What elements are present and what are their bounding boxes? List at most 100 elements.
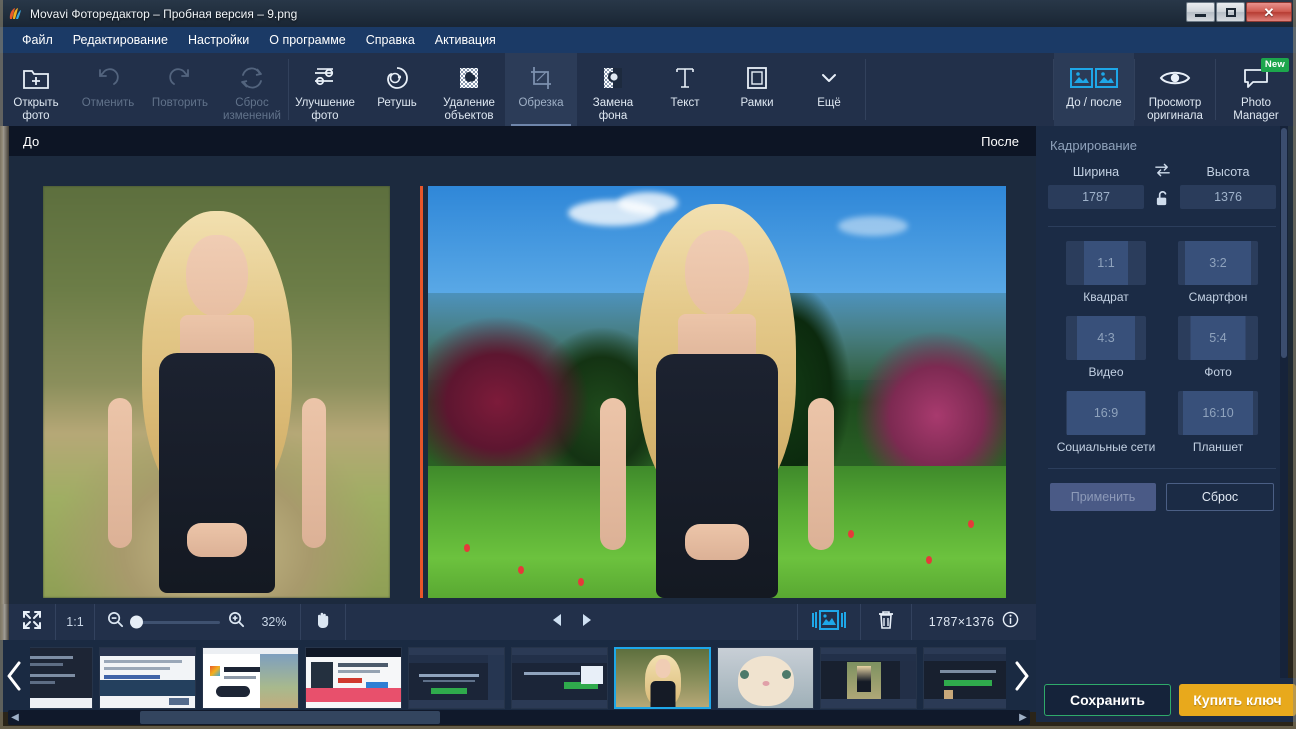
minimize-button[interactable] — [1186, 2, 1215, 22]
ratio-box[interactable]: 1:1 — [1066, 241, 1146, 285]
horizontal-scrollbar[interactable]: ◀ ▶ — [8, 710, 1030, 725]
before-after-icon — [1070, 61, 1118, 95]
thumb-installer-dialog — [100, 648, 195, 708]
before-after-button[interactable]: До / после — [1054, 53, 1134, 126]
enhance-photo-button[interactable]: Улучшение фото — [289, 53, 361, 126]
undo-icon — [94, 61, 122, 95]
filmstrip-track[interactable] — [30, 640, 1006, 712]
swap-icon[interactable] — [1154, 163, 1171, 182]
more-button[interactable]: Ещё — [793, 53, 865, 126]
before-image[interactable] — [43, 186, 390, 598]
before-after-divider[interactable] — [420, 186, 423, 598]
photo-manager-button[interactable]: New Photo Manager — [1216, 53, 1296, 126]
list-item[interactable] — [408, 647, 505, 709]
text-button[interactable]: Текст — [649, 53, 721, 126]
title-bar: Movavi Фоторедактор – Пробная версия – 9… — [0, 0, 1296, 27]
redo-icon — [166, 61, 194, 95]
zoom-in-icon[interactable] — [228, 611, 245, 633]
list-item[interactable] — [99, 647, 196, 709]
reset-changes-button[interactable]: Сброс изменений — [216, 53, 288, 126]
delete-button[interactable] — [861, 604, 911, 640]
object-removal-button[interactable]: Удаление объектов — [433, 53, 505, 126]
reset-button[interactable]: Сброс — [1166, 483, 1274, 511]
before-after-header: До После — [9, 126, 1036, 156]
list-item[interactable] — [305, 647, 402, 709]
menu-item-activation[interactable]: Активация — [425, 30, 506, 50]
thumb-app-dark-2 — [512, 648, 607, 708]
lock-open-icon[interactable] — [1155, 190, 1170, 212]
panel-scrollbar-thumb[interactable] — [1281, 128, 1287, 358]
info-icon[interactable] — [1002, 611, 1019, 633]
undo-button[interactable]: Отменить — [72, 53, 144, 126]
after-image[interactable] — [428, 186, 1006, 598]
list-item[interactable] — [30, 647, 93, 709]
zoom-control[interactable]: 32% — [95, 604, 300, 640]
frames-button[interactable]: Рамки — [721, 53, 793, 126]
image-stage[interactable] — [9, 156, 1036, 604]
zoom-slider-handle[interactable] — [130, 615, 143, 629]
cloud-3 — [838, 216, 908, 236]
ratio-box[interactable]: 4:3 — [1066, 316, 1146, 360]
scrollbar-thumb[interactable] — [140, 711, 440, 724]
frames-icon — [743, 61, 771, 95]
zoom-percent-label: 32% — [261, 615, 287, 629]
save-button[interactable]: Сохранить — [1044, 684, 1171, 716]
hand-tool-button[interactable] — [301, 604, 345, 640]
list-item[interactable] — [511, 647, 608, 709]
menu-item-help[interactable]: Справка — [356, 30, 425, 50]
ratio-option-video[interactable]: 4:3 Видео — [1050, 316, 1162, 379]
ratio-label: Смартфон — [1188, 290, 1248, 304]
flower-5 — [926, 556, 932, 564]
ratio-label: Квадрат — [1083, 290, 1129, 304]
text-icon — [671, 61, 699, 95]
next-image-button[interactable] — [572, 604, 600, 640]
list-item[interactable] — [820, 647, 917, 709]
hands — [685, 524, 749, 560]
list-item[interactable] — [202, 647, 299, 709]
actual-size-button[interactable]: 1:1 — [56, 604, 94, 640]
list-item[interactable] — [614, 647, 711, 709]
zoom-slider[interactable] — [130, 615, 220, 629]
retouch-button[interactable]: Ретушь — [361, 53, 433, 126]
ratio-box[interactable]: 16:9 — [1066, 391, 1146, 435]
maximize-button[interactable] — [1216, 2, 1245, 22]
filmstrip-next-button[interactable] — [1006, 640, 1036, 712]
compare-images-button[interactable] — [798, 604, 860, 640]
menu-item-file[interactable]: Файл — [12, 30, 63, 50]
list-item[interactable] — [923, 647, 1006, 709]
buy-key-button[interactable]: Купить ключ — [1178, 684, 1296, 716]
apply-button[interactable]: Применить — [1050, 483, 1156, 511]
scroll-right-arrow[interactable]: ▶ — [1016, 712, 1030, 723]
ratio-box[interactable]: 5:4 — [1178, 316, 1258, 360]
ratio-option-smartphone[interactable]: 3:2 Смартфон — [1162, 241, 1274, 304]
panel-scrollbar[interactable] — [1280, 126, 1288, 678]
window-buttons: ✕ — [1186, 2, 1292, 22]
redo-button[interactable]: Повторить — [144, 53, 216, 126]
view-original-button[interactable]: Просмотр оригинала — [1135, 53, 1215, 126]
scrollbar-track[interactable] — [22, 711, 1016, 724]
ratio-option-photo[interactable]: 5:4 Фото — [1162, 316, 1274, 379]
ratio-box[interactable]: 3:2 — [1178, 241, 1258, 285]
scroll-left-arrow[interactable]: ◀ — [8, 712, 22, 723]
ratio-box[interactable]: 16:10 — [1178, 391, 1258, 435]
ratio-option-social[interactable]: 16:9 Социальные сети — [1050, 391, 1162, 454]
zoom-out-icon[interactable] — [107, 611, 124, 633]
retouch-label: Ретушь — [377, 97, 417, 109]
fit-to-screen-button[interactable] — [9, 604, 55, 640]
width-input[interactable]: 1787 — [1048, 184, 1144, 209]
before-after-label: До / после — [1066, 97, 1122, 109]
ratio-option-square[interactable]: 1:1 Квадрат — [1050, 241, 1162, 304]
crop-button[interactable]: Обрезка — [505, 53, 577, 126]
menu-item-edit[interactable]: Редактирование — [63, 30, 178, 50]
ratio-option-tablet[interactable]: 16:10 Планшет — [1162, 391, 1274, 454]
list-item[interactable] — [717, 647, 814, 709]
close-button[interactable]: ✕ — [1246, 2, 1292, 22]
open-photo-button[interactable]: Открыть фото — [0, 53, 72, 126]
height-input[interactable]: 1376 — [1180, 184, 1276, 209]
menu-item-about[interactable]: О программе — [259, 30, 355, 50]
background-change-button[interactable]: Замена фона — [577, 53, 649, 126]
filmstrip-prev-button[interactable] — [0, 640, 30, 712]
previous-image-button[interactable] — [544, 604, 572, 640]
menu-item-settings[interactable]: Настройки — [178, 30, 259, 50]
control-divider-4 — [345, 604, 346, 640]
